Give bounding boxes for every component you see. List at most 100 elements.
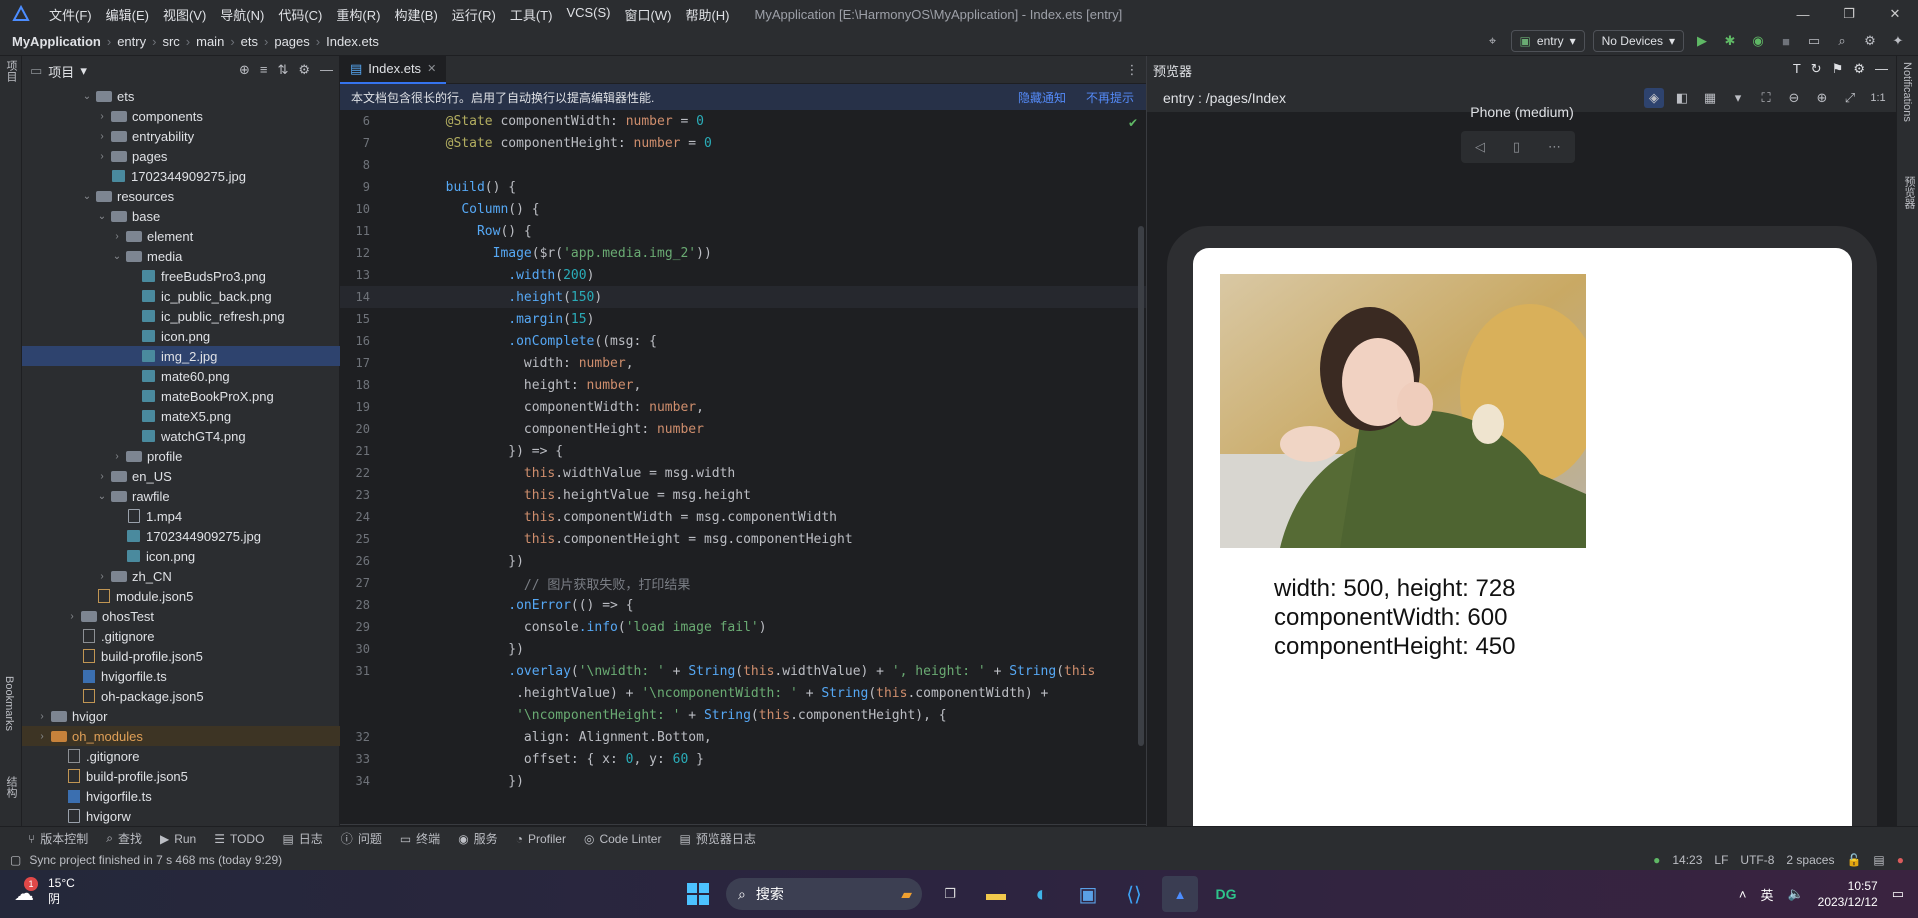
clock[interactable]: 10:57 2023/12/12 xyxy=(1818,878,1878,910)
volume-icon[interactable]: 🔈 xyxy=(1787,886,1803,902)
code-line[interactable]: 21 }) => { xyxy=(340,440,1146,462)
tool-window-button[interactable]: ⓘ 问题 xyxy=(341,830,382,847)
tool-window-button[interactable]: ◎ Code Linter xyxy=(584,832,662,846)
menu-item[interactable]: 构建(B) xyxy=(387,5,444,24)
tree-item[interactable]: 1.mp4 xyxy=(22,506,340,526)
tree-item[interactable]: › element xyxy=(22,226,340,246)
inspector-icon[interactable]: ⚑ xyxy=(1832,61,1844,77)
tree-item[interactable]: .gitignore xyxy=(22,626,340,646)
more-options-icon[interactable]: ⋮ xyxy=(1122,60,1142,80)
menu-item[interactable]: 代码(C) xyxy=(271,5,329,24)
tree-item[interactable]: icon.png xyxy=(22,326,340,346)
hide-panel-icon[interactable]: — xyxy=(320,62,333,78)
tree-item[interactable]: ⌄ media xyxy=(22,246,340,266)
code-line[interactable]: 16 .onComplete((msg: { xyxy=(340,330,1146,352)
chevron-right-icon[interactable]: › xyxy=(95,471,109,482)
deveco-studio-icon[interactable]: ▲ xyxy=(1162,876,1198,912)
menu-item[interactable]: 文件(F) xyxy=(42,5,99,24)
code-line[interactable]: 20 componentHeight: number xyxy=(340,418,1146,440)
menu-item[interactable]: 导航(N) xyxy=(213,5,271,24)
code-line[interactable]: 15 .margin(15) xyxy=(340,308,1146,330)
code-line[interactable]: 10 Column() { xyxy=(340,198,1146,220)
close-icon[interactable]: ✕ xyxy=(427,62,436,75)
tree-item[interactable]: ic_public_refresh.png xyxy=(22,306,340,326)
gear-icon[interactable]: ⚙ xyxy=(298,62,310,78)
device-screen[interactable]: width: 500, height: 728 componentWidth: … xyxy=(1193,248,1852,846)
code-line[interactable]: 7 @State componentHeight: number = 0 xyxy=(340,132,1146,154)
locate-icon[interactable]: ⊕ xyxy=(239,62,250,78)
breadcrumb-item[interactable]: entry xyxy=(117,34,146,49)
status-layout-icon[interactable]: ▢ xyxy=(10,853,21,867)
datagrip-icon[interactable]: DG xyxy=(1208,876,1244,912)
input-method[interactable]: 英 xyxy=(1760,885,1773,904)
tree-item[interactable]: mateX5.png xyxy=(22,406,340,426)
code-line[interactable]: 8 xyxy=(340,154,1146,176)
chevron-down-icon[interactable]: ⌄ xyxy=(95,211,109,222)
refresh-icon[interactable]: ↻ xyxy=(1811,61,1822,77)
chevron-right-icon[interactable]: › xyxy=(95,571,109,582)
chevron-down-icon[interactable]: ⌄ xyxy=(110,251,124,262)
menu-item[interactable]: 运行(R) xyxy=(445,5,503,24)
menu-item[interactable]: 视图(V) xyxy=(156,5,213,24)
code-line[interactable]: 31 .overlay('\nwidth: ' + String(this.wi… xyxy=(340,660,1146,682)
hide-panel-icon[interactable]: — xyxy=(1875,61,1888,77)
project-stripe-tab[interactable]: 项目 xyxy=(3,60,19,82)
menu-item[interactable]: 编辑(E) xyxy=(99,5,156,24)
chevron-right-icon[interactable]: › xyxy=(35,711,49,722)
tree-item[interactable]: img_2.jpg xyxy=(22,346,340,366)
tree-item[interactable]: mate60.png xyxy=(22,366,340,386)
code-line[interactable]: 29 console.info('load image fail') xyxy=(340,616,1146,638)
inspection-ok-icon[interactable]: ✔ xyxy=(1128,116,1138,130)
project-panel-title[interactable]: 项目 xyxy=(48,62,74,81)
breadcrumb-item[interactable]: MyApplication xyxy=(12,34,101,49)
chevron-down-icon[interactable]: ⌄ xyxy=(80,91,94,102)
rotate-icon[interactable]: ▯ xyxy=(1513,139,1520,155)
start-button[interactable] xyxy=(680,876,716,912)
tree-item[interactable]: freeBudsPro3.png xyxy=(22,266,340,286)
chevron-right-icon[interactable]: › xyxy=(110,451,124,462)
close-window-button[interactable]: ✕ xyxy=(1872,0,1918,28)
settings-icon[interactable]: ⚙ xyxy=(1860,31,1880,51)
status-message[interactable]: Sync project finished in 7 s 468 ms (tod… xyxy=(29,853,282,867)
chevron-up-icon[interactable]: ˄ xyxy=(1739,887,1747,902)
tool-window-button[interactable]: ◉ 服务 xyxy=(458,830,498,847)
minimize-button[interactable]: — xyxy=(1780,0,1826,28)
chevron-down-icon[interactable]: ▾ xyxy=(80,63,87,79)
code-line[interactable]: 18 height: number, xyxy=(340,374,1146,396)
tree-item[interactable]: › components xyxy=(22,106,340,126)
lock-icon[interactable]: 🔓 xyxy=(1846,853,1861,867)
indent-setting[interactable]: 2 spaces xyxy=(1786,853,1834,867)
previewer-stripe-tab[interactable]: 预览器 xyxy=(1901,176,1917,209)
taskbar-search[interactable]: ⌕ 搜索 ▰ xyxy=(726,878,922,910)
tree-item[interactable]: 1702344909275.jpg xyxy=(22,526,340,546)
tree-item[interactable]: ⌄ rawfile xyxy=(22,486,340,506)
tool-window-button[interactable]: ◔ Profiler xyxy=(516,832,566,846)
expand-all-icon[interactable]: ≡ xyxy=(260,62,268,78)
module-select[interactable]: ▣ entry ▾ xyxy=(1510,30,1585,52)
code-line[interactable]: .heightValue) + '\ncomponentWidth: ' + S… xyxy=(340,682,1146,704)
restore-button[interactable]: ❐ xyxy=(1826,0,1872,28)
chevron-right-icon[interactable]: › xyxy=(35,731,49,742)
tree-item[interactable]: .gitignore xyxy=(22,746,340,766)
dont-show-again-link[interactable]: 不再提示 xyxy=(1086,89,1134,106)
debug-icon[interactable]: ✱ xyxy=(1720,31,1740,51)
plugin-icon[interactable]: ✦ xyxy=(1888,31,1908,51)
menu-item[interactable]: 工具(T) xyxy=(503,5,560,24)
chevron-right-icon[interactable]: › xyxy=(95,151,109,162)
device-select[interactable]: No Devices ▾ xyxy=(1592,30,1684,52)
code-line[interactable]: 27 // 图片获取失败，打印结果 xyxy=(340,572,1146,594)
bookmarks-stripe-tab[interactable]: Bookmarks xyxy=(3,676,15,731)
menu-item[interactable]: VCS(S) xyxy=(559,5,617,24)
tree-item[interactable]: hvigorfile.ts xyxy=(22,666,340,686)
tree-item[interactable]: ⌄ ets xyxy=(22,86,340,106)
weather-widget[interactable]: ☁ 1 15°C 阴 xyxy=(14,876,75,907)
tree-item[interactable]: › hvigor xyxy=(22,706,340,726)
tree-item[interactable]: icon.png xyxy=(22,546,340,566)
tree-item[interactable]: › zh_CN xyxy=(22,566,340,586)
microsoft-store-icon[interactable]: ▣ xyxy=(1070,876,1106,912)
code-line[interactable]: 25 this.componentHeight = msg.componentH… xyxy=(340,528,1146,550)
breadcrumb-item[interactable]: src xyxy=(162,34,179,49)
device-manager-icon[interactable]: ▭ xyxy=(1804,31,1824,51)
editor-tab-index[interactable]: ▤ Index.ets ✕ xyxy=(340,55,447,84)
chevron-right-icon[interactable]: › xyxy=(65,611,79,622)
